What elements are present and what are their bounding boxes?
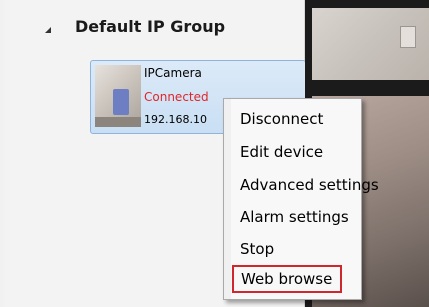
- device-ip: 192.168.10: [144, 113, 207, 126]
- video-scene-object: [400, 26, 416, 48]
- thumbnail-object: [113, 89, 129, 115]
- thumbnail-floor: [95, 117, 141, 127]
- menu-item-disconnect[interactable]: Disconnect: [240, 107, 323, 131]
- app-window: Default IP Group IPCamera Connected 192.…: [0, 0, 429, 307]
- menu-item-edit-device[interactable]: Edit device: [240, 140, 323, 164]
- context-menu: Disconnect Edit device Advanced settings…: [223, 98, 379, 300]
- group-title[interactable]: Default IP Group: [75, 17, 225, 36]
- menu-item-alarm-settings[interactable]: Alarm settings: [240, 205, 349, 229]
- menu-gutter: [224, 99, 231, 299]
- camera-thumbnail: [95, 65, 141, 127]
- menu-item-web-browse[interactable]: Web browse: [232, 265, 343, 293]
- menu-item-advanced-settings[interactable]: Advanced settings: [240, 173, 379, 197]
- collapse-triangle-icon[interactable]: [45, 27, 51, 33]
- menu-item-stop[interactable]: Stop: [240, 237, 274, 261]
- device-status: Connected: [144, 90, 209, 104]
- device-name: IPCamera: [144, 66, 202, 80]
